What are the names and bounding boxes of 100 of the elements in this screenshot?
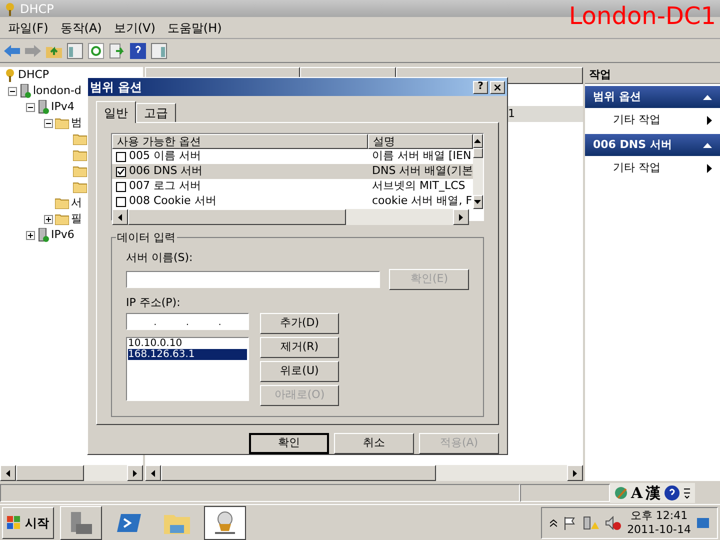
dialog-button[interactable]: 확인 — [249, 433, 329, 454]
menu-item[interactable]: 보기(V) — [114, 18, 156, 36]
tree-toggle-icon[interactable] — [67, 42, 83, 58]
actions-section-header[interactable]: 범위 옵션 — [585, 86, 720, 108]
check-icon — [117, 168, 125, 175]
column-header[interactable]: 사용 가능한 옵션 — [112, 134, 368, 149]
dialog-button[interactable]: 취소 — [334, 433, 414, 454]
server-icon — [37, 228, 49, 242]
folder-icon — [55, 197, 69, 209]
checkbox[interactable] — [116, 152, 126, 162]
scrollbar-thumb[interactable] — [472, 148, 483, 158]
server-icon — [37, 100, 49, 114]
collapse-icon — [703, 94, 712, 100]
menu-item[interactable]: 파일(F) — [8, 18, 48, 36]
back-icon[interactable] — [4, 44, 20, 56]
expand-icon[interactable] — [44, 214, 53, 224]
checkbox[interactable] — [116, 196, 126, 206]
collapse-icon[interactable] — [44, 118, 53, 128]
list-item[interactable]: 168.126.63.1 — [128, 349, 247, 360]
clock-time[interactable]: 오후 12:41 — [630, 508, 688, 522]
language-button[interactable]: 漢 — [646, 482, 661, 504]
down-arrow-icon — [474, 200, 482, 204]
ip-list[interactable]: 10.10.0.10 168.126.63.1 — [126, 337, 249, 401]
start-button[interactable]: 시작 — [2, 506, 54, 538]
options-icon[interactable] — [682, 487, 691, 499]
field-label: 서버 이름(S): — [126, 250, 194, 266]
language-button[interactable]: A — [631, 482, 643, 504]
folder-icon — [73, 165, 87, 177]
menu-item[interactable]: 동작(A) — [60, 18, 102, 36]
server-name-field[interactable] — [126, 270, 380, 288]
menu-item[interactable]: 도움말(H) — [167, 18, 222, 36]
show-hidden-icons-icon[interactable] — [550, 518, 558, 526]
flag-icon[interactable] — [563, 516, 578, 530]
up-arrow-icon — [474, 139, 482, 143]
help-icon[interactable] — [130, 42, 146, 58]
horizontal-scrollbar[interactable] — [145, 465, 583, 481]
speaker-muted-icon[interactable] — [605, 516, 622, 530]
option-description: cookie 서버 배열, F — [371, 193, 473, 210]
tree-item[interactable]: 범 — [71, 114, 82, 132]
folder-icon — [73, 133, 87, 145]
option-row[interactable]: 008 Cookie 서버 cookie 서버 배열, F — [112, 194, 473, 209]
help-icon[interactable] — [664, 485, 680, 501]
dhcp-icon — [212, 510, 238, 536]
show-desktop-icon[interactable] — [697, 518, 709, 528]
action-link[interactable]: 기타 작업 — [613, 112, 660, 128]
globe-pen-icon[interactable] — [614, 486, 628, 500]
right-arrow-icon — [133, 470, 137, 476]
actions-header: 작업 — [585, 67, 720, 84]
collapse-icon[interactable] — [8, 86, 17, 96]
column-header[interactable]: 설명 — [368, 134, 473, 149]
left-arrow-icon — [151, 470, 155, 476]
help-button[interactable]: ? — [473, 80, 488, 94]
option-row[interactable]: 005 이름 서버 이름 서버 배열 [IEN — [112, 149, 473, 164]
close-button[interactable]: × — [490, 80, 505, 94]
action-link[interactable]: 기타 작업 — [613, 160, 660, 176]
option-name: 007 로그 서버 — [129, 178, 201, 194]
checkbox[interactable] — [116, 166, 126, 176]
option-row[interactable]: 006 DNS 서버 DNS 서버 배열(기본 — [112, 164, 473, 179]
expand-icon[interactable] — [26, 230, 35, 240]
tree-item[interactable]: 필 — [71, 210, 82, 228]
tree-item[interactable]: IPv4 — [51, 98, 74, 116]
option-description: 이름 서버 배열 [IEN — [371, 148, 472, 164]
folder-icon — [73, 149, 87, 161]
dialog-button[interactable]: 제거(R) — [260, 337, 339, 358]
dialog-title: 범위 옵션 — [90, 79, 142, 96]
taskbar-button[interactable] — [204, 506, 246, 540]
windows-logo-icon — [7, 516, 21, 530]
list-item[interactable]: 10.10.0.10 — [128, 338, 247, 349]
field-label: IP 주소(P): — [126, 294, 182, 310]
ip-address-field[interactable]: . . . — [126, 313, 249, 330]
export-icon[interactable] — [109, 42, 125, 58]
clock-date[interactable]: 2011-10-14 — [627, 522, 691, 536]
folder-icon — [55, 117, 69, 129]
tree-item[interactable]: london-d — [33, 82, 82, 100]
server-icon — [19, 84, 31, 98]
option-row[interactable]: 007 로그 서버 서브넷의 MIT_LCS — [112, 179, 473, 194]
tree-item[interactable]: 서 — [71, 194, 82, 212]
dialog-button[interactable]: 추가(D) — [260, 313, 339, 334]
option-name: 005 이름 서버 — [129, 148, 201, 164]
dhcp-icon — [4, 2, 16, 16]
action-pane-icon[interactable] — [151, 42, 167, 58]
horizontal-scrollbar[interactable] — [112, 209, 469, 225]
tree-item[interactable]: DHCP — [18, 66, 50, 84]
actions-section-header[interactable]: 006 DNS 서버 — [585, 134, 720, 156]
option-name: 008 Cookie 서버 — [129, 193, 216, 210]
tab[interactable]: 고급 — [136, 103, 176, 122]
collapse-icon[interactable] — [26, 102, 35, 112]
refresh-icon[interactable] — [88, 42, 104, 58]
vertical-scrollbar[interactable] — [472, 134, 483, 209]
server-toolbox-icon — [68, 510, 94, 536]
right-arrow-icon — [573, 470, 577, 476]
network-warning-icon[interactable] — [583, 516, 600, 530]
folder-icon — [55, 213, 69, 225]
checkbox[interactable] — [116, 182, 126, 192]
dialog-button[interactable]: 위로(U) — [260, 361, 339, 382]
horizontal-scrollbar[interactable] — [0, 465, 143, 481]
tree-item[interactable]: IPv6 — [51, 226, 74, 244]
powershell-icon — [116, 512, 142, 534]
option-description: DNS 서버 배열(기본 — [371, 163, 473, 180]
tab[interactable]: 일반 — [96, 101, 136, 123]
